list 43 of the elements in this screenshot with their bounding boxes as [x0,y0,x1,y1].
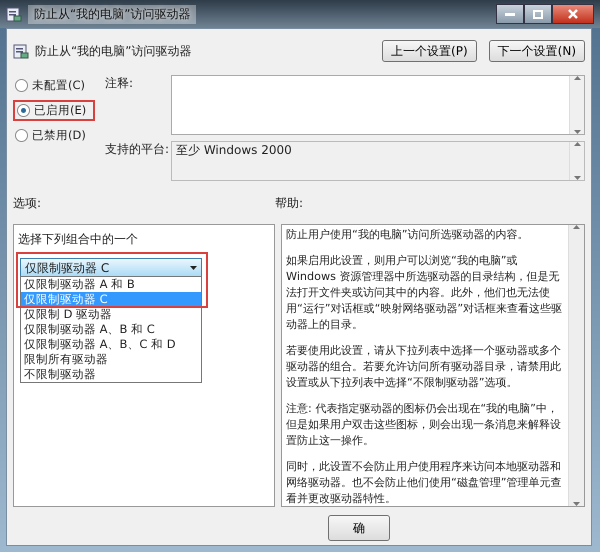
scroll-down-icon[interactable] [573,502,580,506]
dropdown-option[interactable]: 限制所有驱动器 [21,352,201,367]
drive-dropdown[interactable]: 仅限制驱动器 C [20,258,202,278]
scroll-down-icon[interactable] [574,130,580,134]
scroll-down-icon[interactable] [574,176,580,180]
nav-button[interactable]: 下一个设置(N) [488,40,585,62]
policy-icon [6,6,22,22]
options-label: 选项: [13,195,42,212]
close-button[interactable] [552,4,594,24]
nav-button[interactable]: 上一个设置(P) [382,40,477,62]
setting-icon [13,43,29,59]
close-icon [568,9,578,19]
options-prompt: 选择下列组合中的一个 [18,231,139,248]
maximize-button[interactable] [524,4,552,24]
help-paragraph: 注意: 代表指定驱动器的图标仍会出现在“我的电脑”中，但是如果用户双击这些图标，则会出现一条消息来解释设置防止这一操作。 [286,401,562,449]
radio-option[interactable]: 已启用(E) [13,100,95,121]
help-paragraph: 同时，此设置不会防止用户使用程序来访问本地驱动器和网络驱动器。也不会防止他们使用“磁盘管理”管理单元查看并更改驱动器特性。 [286,459,563,507]
radio-option[interactable]: 已禁用(D) [13,127,95,144]
dropdown-option[interactable]: 仅限制驱动器 A 和 B [21,277,201,292]
help-paragraph: 如果启用此设置，则用户可以浏览“我的电脑”或 Windows 资源管理器中所选驱动器的目录结构，但是无法打开文件夹或访问其中的内容。此外，他们也无法使用“运行”对话框或“映射网络驱动器”对话框来查看这些驱动器上的目录。 [286,253,564,333]
comment-field[interactable] [171,75,585,135]
minimize-button[interactable] [496,4,524,24]
radio-option[interactable]: 未配置(C) [13,77,95,94]
minimize-icon [505,12,515,16]
setting-title: 防止从“我的电脑”访问驱动器 [35,42,192,60]
platform-label: 支持的平台: [105,141,170,158]
dropdown-value: 仅限制驱动器 C [25,260,110,276]
help-label: 帮助: [275,195,304,212]
dropdown-option[interactable]: 仅限制驱动器 A、B、C 和 D [21,337,201,352]
comment-label: 注释: [105,75,134,92]
help-paragraph: 防止用户使用“我的电脑”访问所选驱动器的内容。 [286,227,530,243]
maximize-icon [533,10,543,18]
scroll-up-icon[interactable] [574,142,580,146]
scroll-up-icon[interactable] [574,76,580,80]
ok-button[interactable]: 确 [328,515,390,541]
help-paragraph: 若要使用此设置，请从下拉列表中选择一个驱动器或多个驱动器的组合。若要允许访问所有驱动器目录，请禁用此设置或从下拉列表中选择“不限制驱动器”选项。 [286,343,562,391]
window-title: 防止从“我的电脑”访问驱动器 [28,4,196,24]
platform-value: 至少 Windows 2000 [176,142,292,159]
dropdown-option[interactable]: 仅限制驱动器 A、B 和 C [21,322,201,337]
scroll-up-icon[interactable] [573,225,580,229]
dropdown-option[interactable]: 不限制驱动器 [21,367,201,382]
dropdown-option[interactable]: 仅限制 D 驱动器 [21,307,201,322]
caret-icon [190,266,197,270]
